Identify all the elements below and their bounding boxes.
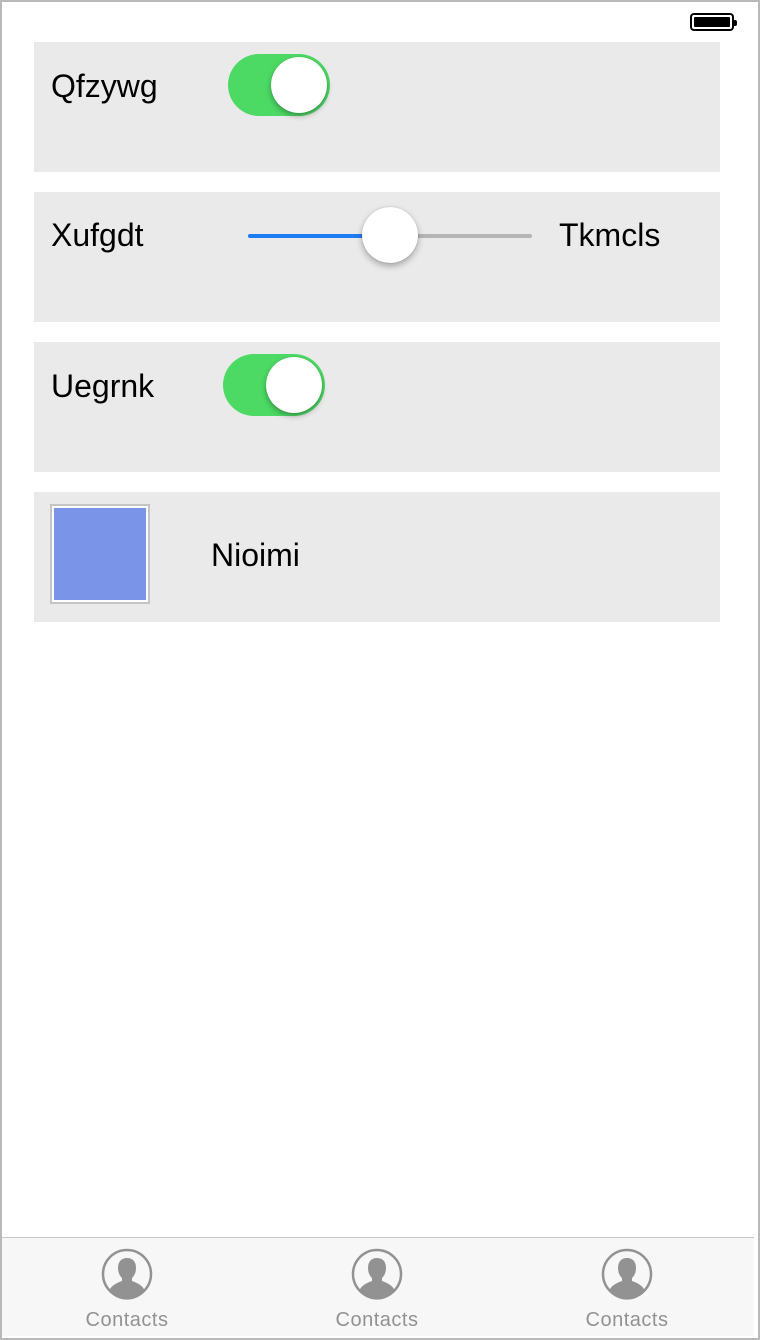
row-nioimi: Nioimi [34,492,720,622]
slider-value-label: Tkmcls [559,217,661,253]
tab-contacts-1[interactable]: Contacts [2,1238,252,1337]
switch-knob [266,357,322,413]
contact-icon [351,1248,403,1300]
switch-label: Uegrnk [51,368,155,404]
row-qfzywg: Qfzywg [34,42,720,172]
tab-bar: Contacts Contacts Contacts [2,1237,754,1336]
row-uegrnk: Uegrnk [34,342,720,472]
switch-label: Qfzywg [51,68,158,104]
contact-icon [601,1248,653,1300]
contact-icon [101,1248,153,1300]
tab-label: Contacts [585,1309,669,1331]
tab-label: Contacts [85,1309,169,1331]
row-xufgdt: Xufgdt Tkmcls [34,192,720,322]
toggle-switch[interactable] [223,354,325,416]
slider-thumb[interactable] [362,207,418,263]
tab-contacts-3[interactable]: Contacts [502,1238,752,1337]
slider[interactable] [248,207,532,263]
tab-contacts-2[interactable]: Contacts [252,1238,502,1337]
battery-icon [690,13,737,31]
color-swatch-fill [54,508,146,600]
toggle-switch[interactable] [228,54,330,116]
color-swatch[interactable] [50,504,150,604]
slider-label: Xufgdt [51,217,144,253]
switch-knob [271,57,327,113]
tab-label: Contacts [335,1309,419,1331]
color-label: Nioimi [211,537,300,573]
